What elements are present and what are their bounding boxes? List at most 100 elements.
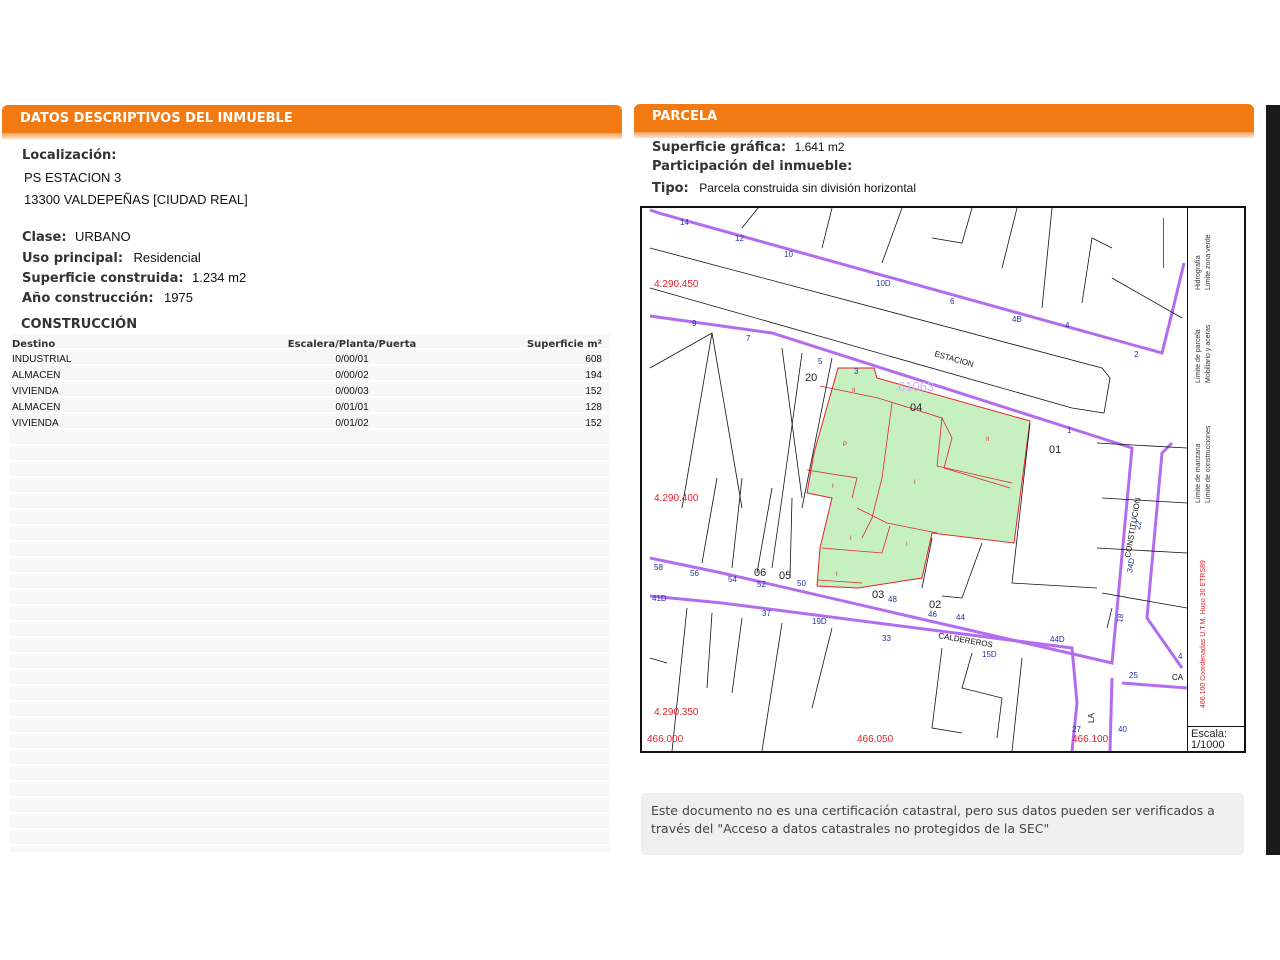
house-number: 15D <box>982 650 997 659</box>
house-number: 1 <box>1067 426 1072 435</box>
anio-value: 1975 <box>164 290 193 305</box>
superficie-row: Superficie construida: 1.234 m2 <box>22 269 246 287</box>
table-row: ALMACEN 0/00/02 194 <box>12 367 602 383</box>
construction-table: Destino Escalera/Planta/Puerta Superfici… <box>12 337 602 431</box>
legend-limite-parcela: Límite de parcela <box>1195 329 1202 383</box>
clase-label: Clase: <box>22 230 67 245</box>
parcel-number: 03 <box>872 589 884 601</box>
legend-mobiliario: Mobiliario y aceras <box>1205 324 1212 383</box>
parcel-number: 04 <box>910 402 922 414</box>
house-number: 2 <box>1134 350 1139 359</box>
house-number: 5 <box>818 357 823 366</box>
address-line-2: 13300 VALDEPEÑAS [CIUDAD REAL] <box>24 192 248 207</box>
parcel-number: 05 <box>779 570 791 582</box>
house-number: 37 <box>762 609 771 618</box>
parcel-number: 06 <box>754 567 766 579</box>
parcela-header: PARCELA <box>634 104 1254 138</box>
north-arrow-icon <box>1163 218 1175 268</box>
parcel-number: 20 <box>805 372 817 384</box>
house-number: 58 <box>654 563 663 572</box>
parcel-id-label: 61063 <box>898 379 934 394</box>
cell-destino: ALMACEN <box>12 369 61 381</box>
floor-label: II <box>852 388 856 394</box>
clase-value: URBANO <box>74 229 131 244</box>
house-number: 33 <box>882 634 891 643</box>
header-escalera: Escalera/Planta/Puerta <box>287 338 417 350</box>
house-number: 25 <box>1129 671 1138 680</box>
map-drawing: 4.290.450 4.290.400 4.290.350 466.000 46… <box>647 208 1188 751</box>
anio-label: Año construcción: <box>22 291 154 306</box>
house-number: 44D <box>1050 635 1065 644</box>
tipo-value: Parcela construida sin división horizont… <box>699 181 916 195</box>
anio-row: Año construcción: 1975 <box>22 289 193 307</box>
cell-escalera: 0/01/01 <box>335 401 369 413</box>
parcel-number: 01 <box>1049 444 1061 456</box>
header-superficie: Superficie m² <box>526 338 602 350</box>
house-number: 41D <box>652 594 667 603</box>
coord-label: 466.000 <box>647 734 684 745</box>
superficie-grafica-row: Superficie gráfica: 1.641 m2 <box>652 138 845 156</box>
descriptive-data-header: DATOS DESCRIPTIVOS DEL INMUEBLE <box>2 105 622 139</box>
uso-value: Residencial <box>133 250 201 265</box>
parcela-title: PARCELA <box>652 109 718 124</box>
house-number: 54 <box>728 575 737 584</box>
house-number: 44 <box>956 613 965 622</box>
cell-superficie: 152 <box>585 385 602 397</box>
cell-superficie: 194 <box>585 369 602 381</box>
clase-row: Clase: URBANO <box>22 228 131 246</box>
house-number: 6 <box>950 297 955 306</box>
legend-hidrografia: Hidrografía <box>1195 255 1202 290</box>
table-row: INDUSTRIAL 0/00/01 608 <box>12 351 602 367</box>
house-number: 52 <box>757 580 766 589</box>
uso-row: Uso principal: Residencial <box>22 249 201 267</box>
map-scale: Escala: 1/1000 <box>1187 726 1244 751</box>
house-number: 56 <box>690 569 699 578</box>
street-label: LA <box>1087 713 1096 723</box>
cell-escalera: 0/00/03 <box>335 385 369 397</box>
disclaimer-note: Este documento no es una certificación c… <box>641 793 1244 855</box>
table-row: ALMACEN 0/01/01 128 <box>12 399 602 415</box>
house-number: 22 <box>1133 519 1144 530</box>
coord-label: 4.290.350 <box>654 707 699 718</box>
house-number: 34D <box>1125 557 1136 573</box>
house-number: 4 <box>1178 652 1183 661</box>
cell-destino: ALMACEN <box>12 401 61 413</box>
table-row: VIVIENDA 0/01/02 152 <box>12 415 602 431</box>
legend-coordenadas: 466.100 Coordenadas U.T.M. Huso 30 ETRS8… <box>1200 560 1207 708</box>
house-number: 7 <box>746 334 751 343</box>
house-number: 12 <box>735 234 744 243</box>
participacion-label: Participación del inmueble: <box>652 159 853 174</box>
disclaimer-text: Este documento no es una certificación c… <box>651 803 1215 836</box>
cell-superficie: 608 <box>585 353 602 365</box>
header-destino: Destino <box>12 338 56 350</box>
table-row: VIVIENDA 0/00/03 152 <box>12 383 602 399</box>
house-number: 50 <box>797 579 806 588</box>
scrollbar[interactable] <box>1266 105 1280 855</box>
coord-label: 4.290.450 <box>654 279 699 290</box>
house-number: 19D <box>812 617 827 626</box>
cell-destino: VIVIENDA <box>12 385 59 397</box>
house-number: 27 <box>1072 725 1081 734</box>
cadastral-map[interactable]: 4.290.450 4.290.400 4.290.350 466.000 46… <box>640 206 1246 753</box>
coord-label: 466.050 <box>857 734 894 745</box>
coord-label: 4.290.400 <box>654 493 699 504</box>
tipo-label: Tipo: <box>652 181 689 196</box>
construccion-title: CONSTRUCCIÓN <box>21 317 138 332</box>
cell-superficie: 128 <box>585 401 602 413</box>
descriptive-data-title: DATOS DESCRIPTIVOS DEL INMUEBLE <box>20 111 293 126</box>
cell-escalera: 0/00/02 <box>335 369 369 381</box>
legend-limite-construcciones: Límite de construcciones <box>1205 425 1212 503</box>
cell-escalera: 0/00/01 <box>335 353 369 365</box>
house-number: 46 <box>928 610 937 619</box>
house-number: 40 <box>1118 725 1127 734</box>
house-number: 4 <box>1065 321 1070 330</box>
superficie-label: Superficie construida: <box>22 271 184 286</box>
localizacion-label: Localización: <box>22 148 117 163</box>
map-legend: Hidrografía Límite zona verde Límite de … <box>1163 208 1244 726</box>
house-number: 10 <box>784 250 793 259</box>
street-label: ESTACION <box>933 349 974 369</box>
street-label: CA <box>1172 673 1184 682</box>
house-number: 10D <box>876 279 891 288</box>
uso-label: Uso principal: <box>22 251 124 266</box>
floor-label: P <box>843 442 847 448</box>
